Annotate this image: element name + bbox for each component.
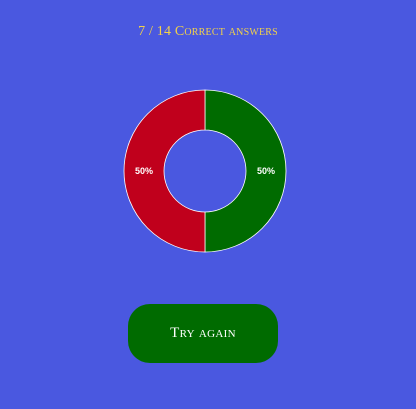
correct-slice-label: 50%: [257, 166, 275, 176]
result-donut-chart: 50% 50%: [123, 89, 287, 253]
score-title: 7 / 14 Correct answers: [138, 24, 278, 39]
try-again-button[interactable]: Try again: [128, 304, 278, 363]
donut-svg: 50% 50%: [123, 89, 287, 253]
incorrect-slice-label: 50%: [135, 166, 153, 176]
